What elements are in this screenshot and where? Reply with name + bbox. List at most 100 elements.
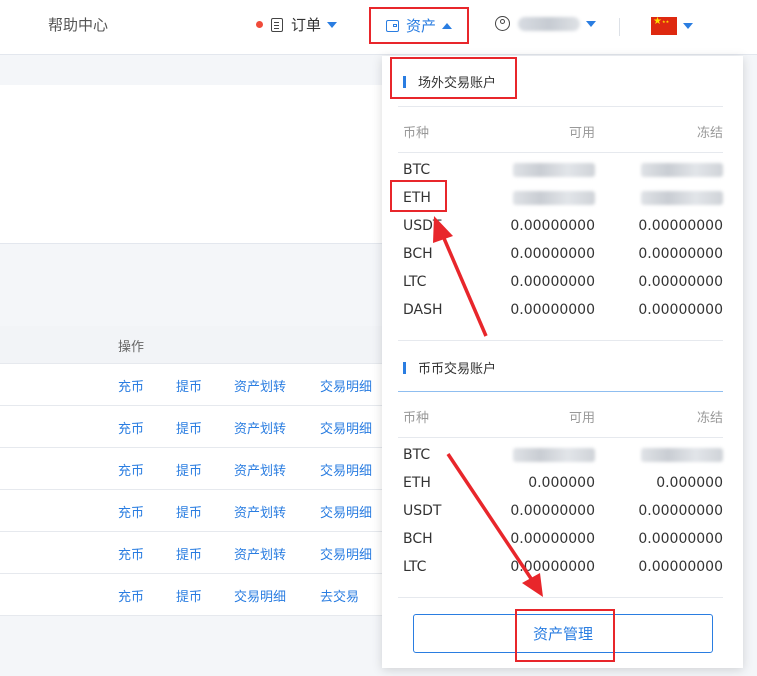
coin-name: DASH [403, 302, 443, 318]
table-header: 操作 [0, 326, 382, 364]
notification-dot [256, 21, 263, 28]
table-action-link[interactable]: 交易明细 [320, 418, 372, 437]
table-action-link[interactable]: 资产划转 [234, 460, 286, 479]
balance-row: ETH [403, 190, 723, 210]
table-action-link[interactable]: 资产划转 [234, 418, 286, 437]
balance-frozen: 0.00000000 [638, 503, 723, 519]
balance-available: 0.00000000 [510, 218, 595, 234]
highlight-eth-row [390, 180, 447, 212]
nav-divider [619, 18, 620, 36]
coin-name: LTC [403, 274, 427, 290]
nav-assets-menu[interactable]: 资产 [369, 7, 469, 44]
table-action-link[interactable]: 充币 [118, 586, 144, 605]
balance-frozen: 0.00000000 [638, 246, 723, 262]
redacted-balance [641, 163, 723, 177]
coin-name: USDT [403, 503, 442, 519]
table-row: 充币 提币 交易明细 去交易 [0, 574, 382, 616]
balance-row: DASH 0.00000000 0.00000000 [403, 302, 723, 322]
balance-row: USDT 0.00000000 0.00000000 [403, 503, 723, 523]
table-action-link[interactable]: 提币 [176, 544, 202, 563]
table-action-link[interactable]: 提币 [176, 376, 202, 395]
nav-orders-label: 订单 [291, 16, 322, 34]
table-action-link[interactable]: 资产划转 [234, 544, 286, 563]
balance-row: LTC 0.00000000 0.00000000 [403, 274, 723, 294]
divider [398, 437, 723, 438]
table-action-link[interactable]: 交易明细 [234, 586, 286, 605]
table-action-link[interactable]: 充币 [118, 460, 144, 479]
asset-table: 操作 充币 提币 资产划转 交易明细 充币 提币 资产划转 交易明细 充币 提币 资产划转 交易明细充… [0, 326, 382, 616]
table-action-link[interactable]: 充币 [118, 502, 144, 521]
balance-frozen: 0.000000 [656, 475, 723, 491]
nav-language-menu[interactable] [651, 16, 693, 35]
background-panel [0, 85, 382, 244]
balance-frozen: 0.00000000 [638, 531, 723, 547]
col-coin: 币种 [403, 411, 430, 426]
china-flag-icon [651, 16, 677, 35]
table-action-link[interactable]: 去交易 [320, 586, 359, 605]
nav-assets-label: 资产 [405, 17, 436, 35]
highlight-manage-button [515, 609, 615, 662]
col-available: 可用 [568, 126, 595, 141]
chevron-down-icon [586, 20, 596, 27]
table-action-link[interactable]: 提币 [176, 460, 202, 479]
balance-frozen: 0.00000000 [638, 274, 723, 290]
balance-row: LTC 0.00000000 0.00000000 [403, 559, 723, 579]
user-icon [495, 16, 510, 31]
table-action-link[interactable]: 提币 [176, 586, 202, 605]
redacted-balance [513, 448, 595, 462]
spot-account-title: 币币交易账户 [403, 358, 496, 377]
coin-name: USDT [403, 218, 442, 234]
col-coin: 币种 [403, 126, 430, 141]
table-action-link[interactable]: 充币 [118, 376, 144, 395]
chevron-up-icon [442, 22, 452, 29]
balance-frozen: 0.00000000 [638, 302, 723, 318]
col-frozen: 冻结 [696, 411, 723, 426]
balance-available: 0.00000000 [510, 274, 595, 290]
balance-row: BCH 0.00000000 0.00000000 [403, 531, 723, 551]
divider [398, 340, 723, 341]
balance-row: USDT 0.00000000 0.00000000 [403, 218, 723, 238]
nav-user-menu[interactable] [495, 16, 596, 31]
top-nav-bar: 帮助中心 订单 资产 [0, 0, 757, 55]
chevron-down-icon [683, 23, 693, 29]
redacted-balance [641, 191, 723, 205]
balance-frozen: 0.00000000 [638, 218, 723, 234]
balance-frozen: 0.00000000 [638, 559, 723, 575]
nav-orders-menu[interactable]: 订单 [256, 14, 338, 35]
title-accent-bar [403, 361, 406, 374]
table-action-link[interactable]: 提币 [176, 502, 202, 521]
balance-available: 0.00000000 [510, 559, 595, 575]
table-action-link[interactable]: 资产划转 [234, 502, 286, 521]
table-action-link[interactable]: 资产划转 [234, 376, 286, 395]
table-row: 充币 提币 资产划转 交易明细 [0, 532, 382, 574]
document-icon [271, 17, 283, 32]
divider [398, 106, 723, 107]
nav-help-center[interactable]: 帮助中心 [48, 14, 108, 35]
redacted-balance [513, 191, 595, 205]
table-action-link[interactable]: 充币 [118, 544, 144, 563]
coin-name: LTC [403, 559, 427, 575]
balance-available: 0.00000000 [510, 302, 595, 318]
table-row: 充币 提币 资产划转 交易明细 [0, 448, 382, 490]
wallet-icon [385, 19, 399, 32]
table-action-link[interactable]: 交易明细 [320, 376, 372, 395]
divider [398, 597, 723, 598]
table-action-link[interactable]: 充币 [118, 418, 144, 437]
table-action-link[interactable]: 交易明细 [320, 502, 372, 521]
coin-name: ETH [403, 475, 431, 491]
coin-name: BCH [403, 246, 433, 262]
table-action-link[interactable]: 提币 [176, 418, 202, 437]
coin-name: BTC [403, 162, 431, 178]
action-column-header: 操作 [118, 340, 145, 355]
table-action-link[interactable]: 交易明细 [320, 544, 372, 563]
divider [398, 391, 723, 392]
divider [398, 152, 723, 153]
balance-row: ETH 0.000000 0.000000 [403, 475, 723, 495]
highlight-otc-title [390, 57, 517, 99]
balance-available: 0.000000 [528, 475, 595, 491]
balance-available: 0.00000000 [510, 531, 595, 547]
assets-dropdown: 场外交易账户 币种 可用 冻结 BTC ETH USDT 0.00000000 0.00… [382, 56, 743, 668]
table-row: 充币 提币 资产划转 交易明细 [0, 364, 382, 406]
redacted-balance [641, 448, 723, 462]
table-action-link[interactable]: 交易明细 [320, 460, 372, 479]
